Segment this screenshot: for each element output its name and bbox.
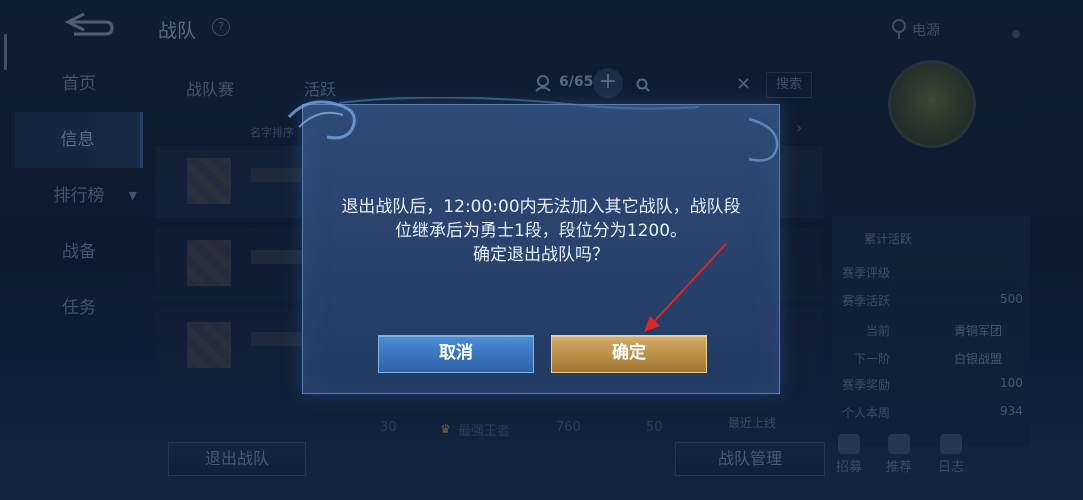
- dialog-message-line: 位继承后为勇士1段，段位分为1200。: [394, 221, 688, 241]
- dialog-message-line: 确定退出战队吗？: [473, 245, 609, 265]
- cloud-ornament: [287, 97, 779, 162]
- cancel-button[interactable]: 取消: [378, 335, 534, 373]
- leave-team-dialog: 退出战队后，12:00:00内无法加入其它战队，战队段 位继承后为勇士1段，段位…: [287, 97, 780, 394]
- dialog-message-line: 退出战队后，12:00:00内无法加入其它战队，战队段: [341, 197, 741, 217]
- dialog-message: 退出战队后，12:00:00内无法加入其它战队，战队段 位继承后为勇士1段，段位…: [303, 195, 779, 267]
- confirm-button[interactable]: 确定: [551, 335, 707, 373]
